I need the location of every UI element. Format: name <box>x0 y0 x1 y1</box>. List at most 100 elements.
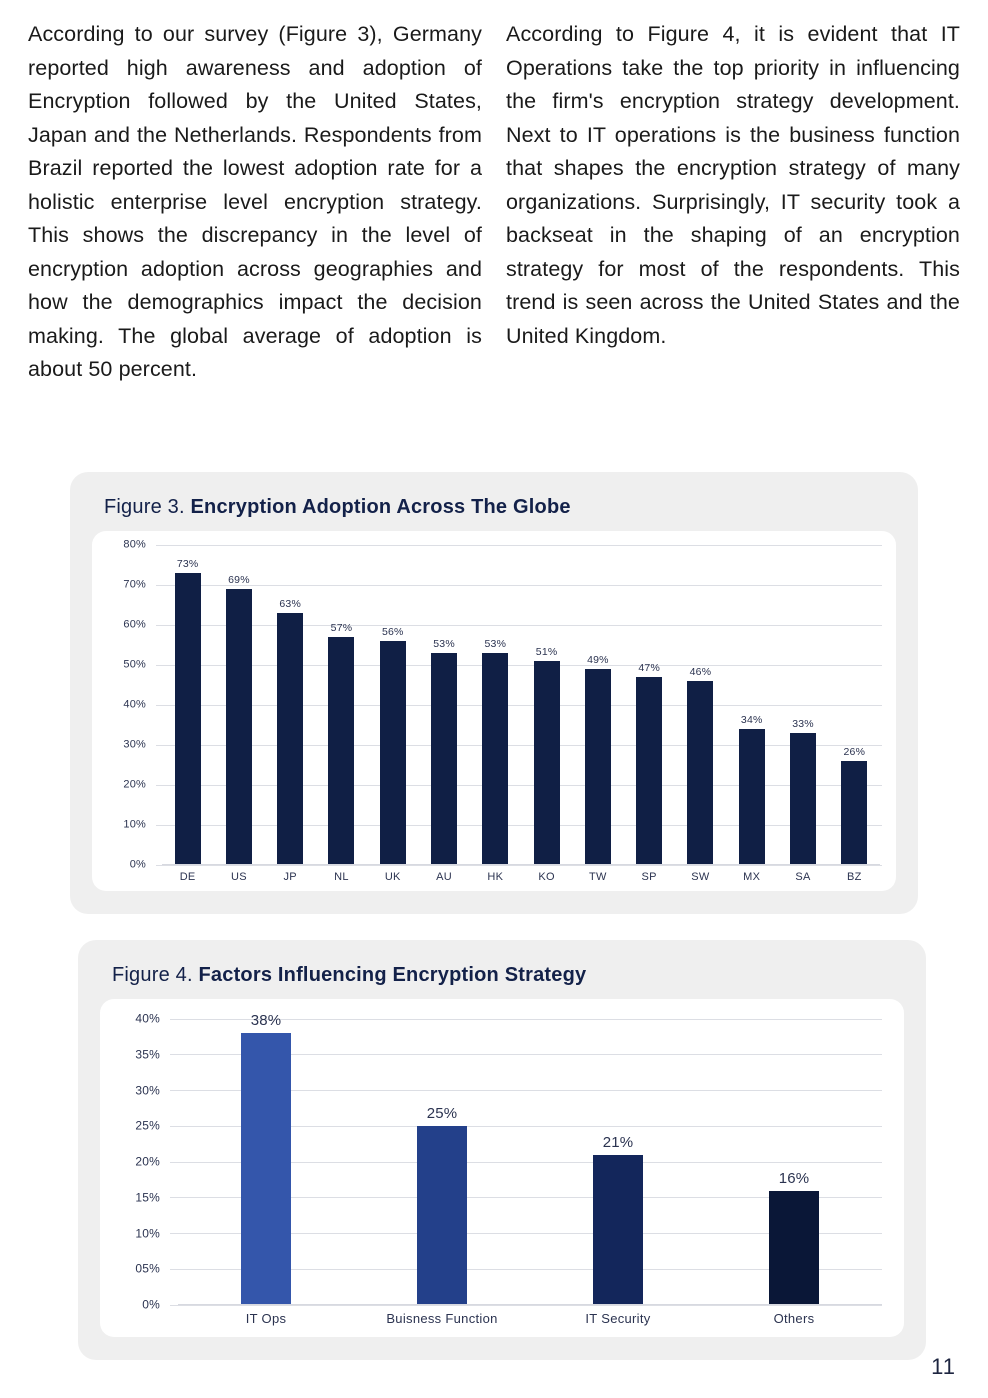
left-text-column: According to our survey (Figure 3), Germ… <box>28 18 482 387</box>
x-axis-tick-label: NL <box>334 871 349 883</box>
figure-4-x-axis: IT Ops Buisness Function IT Security Others <box>178 1304 882 1337</box>
x-axis-tick-label: Others <box>773 1311 815 1326</box>
x-axis-tick-label: MX <box>743 871 761 883</box>
figure-4-caption-title: Factors Influencing Encryption Strategy <box>198 964 587 986</box>
bar-slot: 57% <box>316 531 367 865</box>
bar-value-label: 53% <box>433 638 455 650</box>
y-axis-tick-label: 50% <box>123 658 146 671</box>
bar-value-label: 49% <box>587 654 609 666</box>
bar: 53% <box>431 638 458 865</box>
x-axis-tick-label: AU <box>436 871 452 883</box>
y-axis-tick-label: 20% <box>135 1154 160 1169</box>
x-axis-tick-label: KO <box>538 871 555 883</box>
y-axis-tick-label: 35% <box>135 1047 160 1062</box>
y-axis-tick-label: 15% <box>135 1190 160 1205</box>
bar: 21% <box>593 1134 643 1305</box>
bar: 16% <box>769 1170 819 1305</box>
y-axis-tick-label: 10% <box>123 818 146 831</box>
y-axis-tick-label: 40% <box>135 1011 160 1026</box>
bar-value-label: 34% <box>740 714 763 726</box>
x-axis-tick-label: IT Ops <box>245 1311 287 1326</box>
bar: 63% <box>277 598 304 865</box>
bar-slot: 33% <box>777 531 828 865</box>
bar-value-label: 56% <box>381 626 404 638</box>
figure-4-bar-chart: 40% 35% 30% 25% 20% 15% 10% 05% 0% 38% 25% 21% 16% … <box>100 999 904 1337</box>
bar: 57% <box>328 622 355 865</box>
bar-value-label: 46% <box>689 666 712 678</box>
x-axis-tick-label: BZ <box>846 871 862 883</box>
bar-value-label: 57% <box>330 622 353 634</box>
y-axis-tick-label: 80% <box>123 538 146 551</box>
bar-value-label: 47% <box>638 662 660 674</box>
figure-4-caption: Figure 4. Factors Influencing Encryption… <box>112 964 904 987</box>
bar-value-label: 26% <box>843 746 866 758</box>
y-axis-tick-label: 05% <box>135 1261 160 1276</box>
figure-3-caption-title: Encryption Adoption Across The Globe <box>190 496 571 518</box>
bar: 69% <box>225 574 252 865</box>
bar: 38% <box>241 1012 291 1305</box>
y-axis-tick-label: 25% <box>135 1118 160 1133</box>
figure-3-plot-area: 80% 70% 60% 50% 40% 30% 20% 10% 0% 73% 69% 63% 57% 5… <box>92 531 896 891</box>
bar-slot: 46% <box>675 531 726 865</box>
x-axis-tick-label: SW <box>691 871 710 883</box>
x-axis-tick-label: Buisness Function <box>386 1311 498 1326</box>
right-text-column: According to Figure 4, it is evident tha… <box>506 18 960 387</box>
bar: 51% <box>533 646 560 865</box>
bar-slot: 56% <box>367 531 418 865</box>
figure-3-caption: Figure 3. Encryption Adoption Across The… <box>104 496 896 519</box>
x-axis-tick-label: TW <box>589 871 607 883</box>
figure-4-bars: 38% 25% 21% 16% <box>178 999 882 1337</box>
x-axis-tick-label: UK <box>384 871 401 883</box>
bar-slot: 47% <box>624 531 675 865</box>
bar-value-label: 69% <box>228 574 250 586</box>
bar-value-label: 25% <box>426 1105 458 1123</box>
bar-slot: 63% <box>265 531 316 865</box>
bar-slot: 69% <box>213 531 264 865</box>
bar: 26% <box>841 746 868 865</box>
figure-3-x-axis: DE US JP NL UK AU HK KO TW SP SW MX SA BZ <box>162 864 880 891</box>
bar: 34% <box>738 714 765 865</box>
bar: 53% <box>482 638 509 865</box>
figure-3-bar-chart: 80% 70% 60% 50% 40% 30% 20% 10% 0% 73% 69% 63% 57% 5… <box>92 531 896 891</box>
bar-slot: 26% <box>829 531 880 865</box>
x-axis-tick-label: IT Security <box>585 1311 651 1326</box>
y-axis-tick-label: 30% <box>123 738 146 751</box>
x-axis-tick-label: US <box>230 871 247 883</box>
x-axis-tick-label: SA <box>795 871 811 883</box>
page-number: 11 <box>931 1354 956 1379</box>
bar-slot: 53% <box>418 531 469 865</box>
x-axis-tick-label: JP <box>283 871 297 883</box>
body-text-columns: According to our survey (Figure 3), Germ… <box>0 0 988 387</box>
figure-3-card: Figure 3. Encryption Adoption Across The… <box>70 472 918 914</box>
figure-4-card: Figure 4. Factors Influencing Encryption… <box>78 940 926 1360</box>
right-column-paragraph: According to Figure 4, it is evident tha… <box>506 22 960 348</box>
y-axis-tick-label: 40% <box>123 698 146 711</box>
bar-value-label: 16% <box>778 1169 810 1187</box>
bar-slot: 49% <box>572 531 623 865</box>
y-axis-tick-label: 30% <box>135 1083 160 1097</box>
figure-3-caption-label: Figure 3. <box>104 496 185 518</box>
left-column-paragraph: According to our survey (Figure 3), Germ… <box>28 22 482 381</box>
bar: 56% <box>379 626 406 865</box>
bar-value-label: 21% <box>602 1133 634 1151</box>
bar-value-label: 38% <box>250 1012 282 1030</box>
bar-slot: 34% <box>726 531 777 865</box>
figure-4-plot-area: 40% 35% 30% 25% 20% 15% 10% 05% 0% 38% 25% 21% 16% … <box>100 999 904 1337</box>
bar-slot: 51% <box>521 531 572 865</box>
bar: 25% <box>417 1105 467 1305</box>
bar-slot: 16% <box>706 999 882 1305</box>
y-axis-tick-label: 0% <box>129 858 146 871</box>
bar-value-label: 63% <box>279 598 302 610</box>
x-axis-tick-label: HK <box>487 871 504 883</box>
bar-slot: 38% <box>178 999 354 1305</box>
bar-value-label: 33% <box>792 718 814 730</box>
y-axis-tick-label: 10% <box>135 1226 160 1240</box>
figure-4-caption-label: Figure 4. <box>112 964 193 986</box>
bar-value-label: 53% <box>484 638 507 650</box>
y-axis-tick-label: 20% <box>123 778 146 791</box>
bar-value-label: 73% <box>176 558 199 570</box>
figure-3-bars: 73% 69% 63% 57% 56% 53% 53% 51% 49% 47% 46% 34% 33% 2… <box>162 531 880 891</box>
bar-slot: 73% <box>162 531 213 865</box>
bar: 49% <box>584 654 611 865</box>
bar: 47% <box>636 662 663 865</box>
